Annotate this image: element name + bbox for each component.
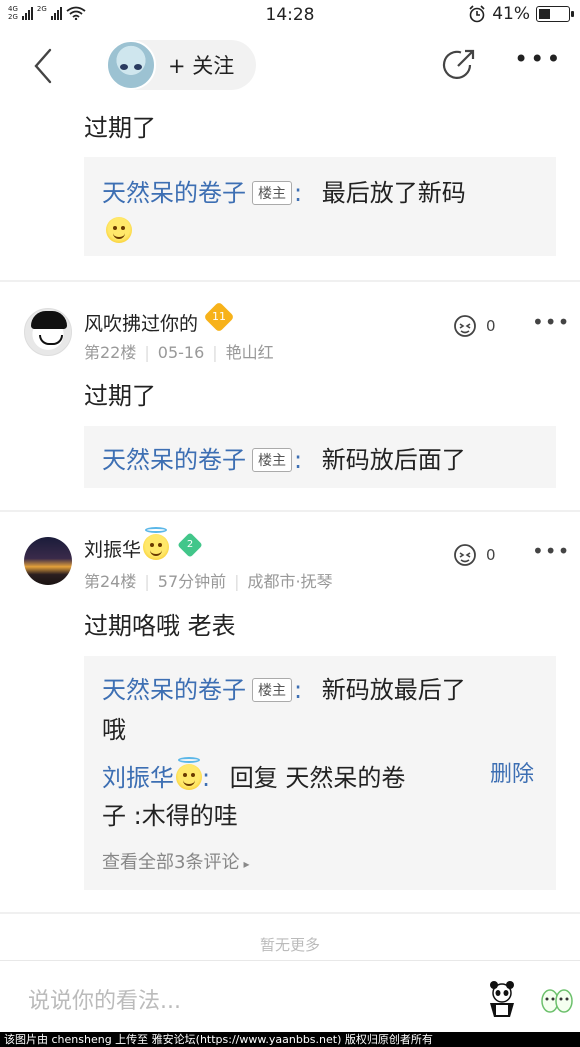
reply-line: 天然呆的卷子 楼主: 新码放最后了 (102, 670, 466, 705)
reply-colon: : (294, 676, 303, 704)
post-detail-screen: { "status_bar": { "network_top": "4G", "… (0, 0, 580, 1047)
reply-text-cont: 哦 (102, 716, 126, 744)
vip-badge: 11 (203, 301, 235, 333)
reply-line: 天然呆的卷子 楼主: 最后放了新码 (102, 173, 466, 208)
post-location: 艳山红 (225, 343, 274, 362)
battery-percent: 41% (492, 4, 530, 24)
share-icon[interactable] (440, 46, 478, 84)
angel-emoji-icon (176, 757, 202, 790)
floor-number: 第22楼 (84, 343, 137, 362)
username[interactable]: 刘振华 (84, 539, 141, 561)
like-button[interactable]: 0 (452, 314, 496, 338)
op-badge: 楼主 (252, 448, 292, 472)
op-badge: 楼主 (252, 181, 292, 205)
user-avatar[interactable] (24, 537, 72, 585)
post-date: 05-16 (157, 343, 205, 362)
post-meta: 第22楼 | 05-16 | 艳山红 (84, 339, 274, 363)
reply-box[interactable]: 天然呆的卷子 楼主: 新码放最后了 哦 刘振华: 回复 天然呆的卷 子 :木得的哇… (84, 656, 556, 890)
post-location: 成都市·抚琴 (247, 572, 333, 591)
reply-text: 新码放后面了 (321, 446, 466, 474)
op-badge: 楼主 (252, 678, 292, 702)
like-icon (454, 544, 476, 566)
reply-colon: : (202, 764, 211, 792)
follow-button[interactable]: + 关注 (168, 50, 234, 80)
battery-icon (536, 6, 574, 22)
angel-emoji-icon (143, 527, 170, 560)
alarm-icon (469, 5, 485, 23)
halo (145, 527, 168, 533)
username-row: 风吹拂过你的 11 (84, 301, 235, 336)
view-all-replies-link[interactable]: 查看全部3条评论 ▸ (102, 848, 249, 874)
comment-input-bar: 说说你的看法... (0, 960, 580, 1032)
post-date: 57分钟前 (157, 572, 227, 591)
reply-box[interactable]: 天然呆的卷子 楼主: 最后放了新码 (84, 157, 556, 256)
chevron-right-icon: ▸ (243, 857, 250, 871)
level-badge: 2 (177, 532, 203, 558)
reply-colon: : (294, 179, 303, 207)
meta-separator: | (144, 572, 150, 591)
meta-separator: | (234, 572, 240, 591)
reply-line: 天然呆的卷子 楼主: 新码放后面了 (102, 440, 466, 475)
status-bar: 4G 2G 2G 14:28 41% (0, 0, 580, 32)
like-button[interactable]: 0 (452, 543, 496, 567)
reply-text: 新码放最后了 (321, 676, 466, 704)
floor-number: 第24楼 (84, 572, 137, 591)
reply-author[interactable]: 刘振华 (102, 764, 174, 792)
emoji-icon[interactable] (540, 987, 574, 1017)
user-avatar[interactable] (24, 308, 72, 356)
reply-line: 刘振华: 回复 天然呆的卷 (102, 757, 406, 793)
author-avatar[interactable] (106, 40, 156, 90)
post-meta: 第24楼 | 57分钟前 | 成都市·抚琴 (84, 568, 333, 592)
post-more-icon[interactable]: ••• (532, 539, 570, 563)
level-badge-label: 2 (186, 539, 194, 550)
meta-separator: | (212, 343, 218, 362)
post-more-icon[interactable]: ••• (532, 310, 570, 334)
comment-text: 过期了 (84, 382, 156, 410)
divider (0, 280, 580, 282)
reply-author[interactable]: 天然呆的卷子 (102, 179, 246, 207)
halo (178, 757, 200, 763)
divider (0, 912, 580, 914)
comment-text: 过期了 (84, 114, 156, 142)
battery-fill (539, 9, 550, 19)
author-follow-chip[interactable]: + 关注 (106, 40, 256, 90)
view-all-label: 查看全部3条评论 (102, 852, 240, 873)
username-row: 刘振华 2 (84, 527, 203, 562)
comment-text: 过期咯哦 老表 (84, 612, 236, 640)
reply-colon: : (294, 446, 303, 474)
divider (0, 510, 580, 512)
reply-text-cont: 子 :木得的哇 (102, 802, 238, 830)
like-count: 0 (486, 546, 496, 564)
delete-button[interactable]: 删除 (490, 756, 534, 788)
reply-text: 最后放了新码 (321, 179, 466, 207)
like-count: 0 (486, 317, 496, 335)
reply-box[interactable]: 天然呆的卷子 楼主: 新码放后面了 (84, 426, 556, 488)
smile-emoji-icon (106, 217, 132, 243)
reply-author[interactable]: 天然呆的卷子 (102, 446, 246, 474)
like-icon (454, 315, 476, 337)
panda-icon[interactable] (482, 979, 522, 1019)
username[interactable]: 风吹拂过你的 (84, 313, 198, 335)
reply-author[interactable]: 天然呆的卷子 (102, 676, 246, 704)
meta-separator: | (144, 343, 150, 362)
reply-line-2 (106, 217, 132, 245)
back-icon[interactable] (28, 46, 62, 86)
watermark-footer: 该图片由 chensheng 上传至 雅安论坛(https://www.yaan… (0, 1032, 580, 1047)
vip-badge-label: 11 (212, 310, 227, 323)
status-bar-right: 41% (468, 4, 574, 24)
nav-bar: + 关注 ••• (0, 32, 580, 98)
comment-input[interactable]: 说说你的看法... (28, 983, 181, 1015)
no-more-label: 暂无更多 (259, 936, 320, 954)
reply-text: 回复 天然呆的卷 (229, 764, 406, 792)
more-icon[interactable]: ••• (514, 47, 560, 74)
